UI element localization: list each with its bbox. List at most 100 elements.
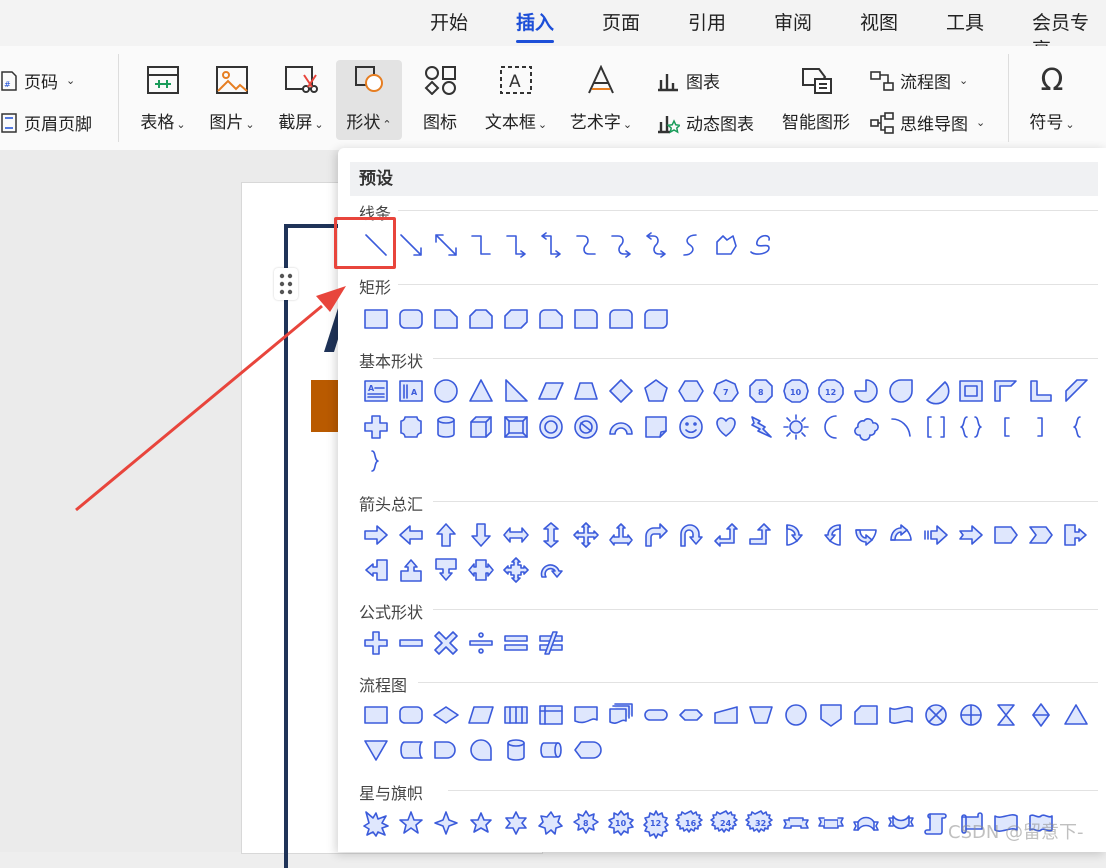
shape-6-point-star[interactable] — [498, 806, 533, 840]
shape-pentagon-arrow[interactable] — [988, 518, 1023, 552]
shape-star-outline[interactable] — [463, 806, 498, 840]
tab-review[interactable]: 审阅 — [774, 8, 812, 35]
shape-curved-left-arrow[interactable] — [813, 518, 848, 552]
shape-chevron[interactable] — [1023, 518, 1058, 552]
shape-round-single-corner-rectangle[interactable] — [568, 302, 603, 336]
icons-button[interactable]: 图标 — [405, 60, 475, 140]
shape-diagonal-stripe[interactable] — [1058, 374, 1093, 408]
shape-bevel[interactable] — [498, 410, 533, 444]
symbol-button[interactable]: Ω 符号 ⌄ — [1020, 60, 1084, 140]
shape-left-right-up-arrow[interactable] — [603, 518, 638, 552]
shape-flowchart-summing-junction[interactable] — [918, 698, 953, 732]
shape-right-triangle[interactable] — [498, 374, 533, 408]
shape-folded-corner[interactable] — [638, 410, 673, 444]
shape-half-frame[interactable] — [988, 374, 1023, 408]
shape-flowchart-direct-access-storage[interactable] — [533, 733, 568, 767]
wordart-button[interactable]: 艺术字 ⌄ — [566, 60, 636, 140]
shape-flowchart-delay[interactable] — [428, 733, 463, 767]
shape-quad-arrow[interactable] — [568, 518, 603, 552]
dynamic-chart-button[interactable]: 动态图表 — [656, 110, 754, 135]
shape-flowchart-stored-data[interactable] — [393, 733, 428, 767]
shape-right-bracket[interactable] — [1023, 410, 1058, 444]
shape-striped-right-arrow[interactable] — [918, 518, 953, 552]
shape-chord[interactable] — [918, 374, 953, 408]
shape-right-arrow-callout[interactable] — [1058, 518, 1093, 552]
mindmap-button[interactable]: 思维导图 ⌄ — [870, 110, 985, 135]
shape-block-arc[interactable] — [603, 410, 638, 444]
shape-donut[interactable] — [533, 410, 568, 444]
shape-bent-arrow[interactable] — [638, 518, 673, 552]
shape-sun[interactable] — [778, 410, 813, 444]
shape-can[interactable] — [428, 410, 463, 444]
shape-vertical-text-box[interactable]: A — [393, 374, 428, 408]
shape-u-turn-arrow[interactable] — [673, 518, 708, 552]
shape-parallelogram[interactable] — [533, 374, 568, 408]
shape-flowchart-manual-operation[interactable] — [743, 698, 778, 732]
shape-12-point-star[interactable]: 12 — [638, 806, 673, 840]
shape-32-point-star[interactable]: 32 — [743, 806, 778, 840]
shape-scribble[interactable] — [743, 228, 778, 262]
shape-text-box[interactable]: A — [358, 374, 393, 408]
shape-left-right-arrow[interactable] — [498, 518, 533, 552]
shape-math-divide[interactable] — [463, 626, 498, 660]
shape-flowchart-card[interactable] — [848, 698, 883, 732]
shape-curve[interactable] — [673, 228, 708, 262]
shape-math-equal[interactable] — [498, 626, 533, 660]
shape-8-point-star[interactable]: 8 — [568, 806, 603, 840]
shape-double-brace[interactable] — [953, 410, 988, 444]
picture-button[interactable]: 图片 ⌄ — [197, 60, 267, 140]
shape-flowchart-or[interactable] — [953, 698, 988, 732]
shape-flowchart-magnetic-disk[interactable] — [498, 733, 533, 767]
shape-round-same-side-rectangle[interactable] — [603, 302, 638, 336]
shape-24-point-star[interactable]: 24 — [708, 806, 743, 840]
shape-elbow-arrow[interactable] — [498, 228, 533, 262]
shape-curved-down-arrow[interactable] — [883, 518, 918, 552]
shape-arrow-line[interactable] — [393, 228, 428, 262]
tab-tools[interactable]: 工具 — [946, 8, 984, 35]
shape-pie[interactable] — [848, 374, 883, 408]
chart-button[interactable]: 图表 — [656, 68, 720, 93]
shape-snip-same-side-rectangle[interactable] — [463, 302, 498, 336]
shape-heptagon[interactable]: 7 — [708, 374, 743, 408]
shape-lightning-bolt[interactable] — [743, 410, 778, 444]
shape-elbow-connector[interactable] — [463, 228, 498, 262]
shape-left-arrow-callout[interactable] — [358, 553, 393, 587]
shape-flowchart-punched-tape[interactable] — [883, 698, 918, 732]
shape-curved-arrow[interactable] — [603, 228, 638, 262]
shape-flowchart-sort[interactable] — [1023, 698, 1058, 732]
table-button[interactable]: 表格 ⌄ — [128, 60, 198, 140]
shape-oval[interactable] — [428, 374, 463, 408]
shape-10-point-star[interactable]: 10 — [603, 806, 638, 840]
shape-flowchart-merge[interactable] — [358, 733, 393, 767]
shape-ribbon-down[interactable] — [813, 806, 848, 840]
shape-hexagon[interactable] — [673, 374, 708, 408]
shape-snip-corner-rectangle[interactable] — [428, 302, 463, 336]
shape-right-arrow[interactable] — [358, 518, 393, 552]
shape-left-brace[interactable] — [1058, 410, 1093, 444]
shape-up-arrow-callout[interactable] — [393, 553, 428, 587]
shape-math-plus[interactable] — [358, 626, 393, 660]
shape-flowchart-predefined-process[interactable] — [498, 698, 533, 732]
shape-left-bracket[interactable] — [988, 410, 1023, 444]
shape-cube[interactable] — [463, 410, 498, 444]
shapes-button[interactable]: 形状 ⌃ — [336, 60, 402, 140]
shape-down-arrow[interactable] — [463, 518, 498, 552]
shape-moon[interactable] — [813, 410, 848, 444]
shape-math-minus[interactable] — [393, 626, 428, 660]
shape-smiley-face[interactable] — [673, 410, 708, 444]
shape-quad-arrow-callout[interactable] — [498, 553, 533, 587]
shape-up-arrow[interactable] — [428, 518, 463, 552]
drag-handle-icon[interactable] — [274, 268, 298, 300]
shape-curved-up-arrow[interactable] — [848, 518, 883, 552]
tab-page[interactable]: 页面 — [602, 8, 640, 35]
shape-octagon[interactable]: 8 — [743, 374, 778, 408]
shape-arc[interactable] — [883, 410, 918, 444]
shape-dodecagon[interactable]: 12 — [813, 374, 848, 408]
tab-insert[interactable]: 插入 — [516, 8, 555, 43]
shape-flowchart-connector[interactable] — [778, 698, 813, 732]
shape-rectangle[interactable] — [358, 302, 393, 336]
shape-no-symbol[interactable] — [568, 410, 603, 444]
screenshot-button[interactable]: 截屏 ⌄ — [266, 60, 336, 140]
shape-diamond[interactable] — [603, 374, 638, 408]
shape-5-point-star[interactable] — [393, 806, 428, 840]
